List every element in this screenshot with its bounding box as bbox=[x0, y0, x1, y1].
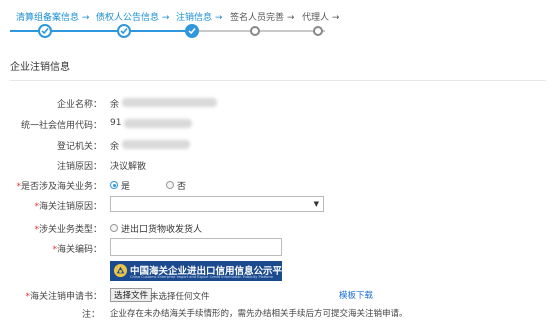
company-name-value: 余 bbox=[110, 100, 120, 110]
step-2-check-icon bbox=[117, 24, 131, 38]
customs-code-label: *海关编码： bbox=[52, 245, 102, 255]
banner-subtitle: China Customs Enterprise Import and Expo… bbox=[130, 275, 274, 279]
company-name-label: 企业名称： bbox=[56, 100, 102, 110]
section-divider bbox=[10, 80, 546, 81]
customs-involved-no-label[interactable]: 否 bbox=[177, 179, 186, 192]
step-5-label: 代理人 → bbox=[302, 13, 340, 23]
upload-label: *海关注销申请书： bbox=[25, 292, 102, 302]
step-5-circle-icon bbox=[313, 26, 323, 36]
customs-cancel-reason-label: *海关注销原因： bbox=[34, 202, 102, 212]
choose-file-button[interactable]: 选择文件 bbox=[110, 288, 153, 302]
step-3-check-icon bbox=[185, 24, 199, 38]
registration-authority-value: 余 bbox=[110, 142, 120, 152]
dropdown-caret-icon: ▼ bbox=[313, 200, 319, 208]
no-file-text: 未选择任何文件 bbox=[150, 292, 210, 302]
template-download-link[interactable]: 模板下载 bbox=[339, 289, 373, 301]
customs-involved-label: *是否涉及海关业务： bbox=[16, 182, 102, 192]
step-1-label[interactable]: 清算组备案信息 → bbox=[16, 10, 89, 23]
customs-involved-yes-radio[interactable] bbox=[110, 181, 118, 189]
customs-business-type-radio[interactable] bbox=[110, 224, 118, 232]
note-text: 企业存在未办结海关手续情形的，需先办结相关手续后方可提交海关注销申请。 bbox=[110, 309, 408, 319]
customs-emblem-icon bbox=[113, 263, 128, 278]
cancel-reason-label: 注销原因： bbox=[56, 162, 102, 172]
customs-code-input[interactable] bbox=[110, 238, 282, 256]
customs-credit-platform-banner[interactable]: 中国海关企业进出口信用信息公示平台 China Customs Enterpri… bbox=[110, 261, 282, 281]
step-4-circle-icon bbox=[250, 26, 260, 36]
registration-authority-redaction bbox=[122, 140, 190, 149]
customs-involved-no-radio[interactable] bbox=[166, 181, 174, 189]
customs-business-type-option[interactable]: 进出口货物收发货人 bbox=[121, 222, 202, 235]
note-label: 注： bbox=[82, 310, 101, 320]
step-2-label[interactable]: 债权人公告信息 → bbox=[96, 10, 169, 23]
customs-involved-yes-label[interactable]: 是 bbox=[121, 179, 130, 192]
customs-business-type-label: *涉关业务类型： bbox=[34, 225, 102, 235]
registration-authority-label: 登记机关： bbox=[56, 142, 102, 152]
step-4-label: 签名人员完善 → bbox=[230, 13, 295, 23]
credit-code-value: 91 bbox=[110, 118, 122, 128]
cancel-reason-value: 决议解散 bbox=[110, 162, 147, 172]
credit-code-label: 统一社会信用代码： bbox=[20, 121, 102, 131]
section-title: 企业注销信息 bbox=[10, 62, 70, 73]
step-3-label[interactable]: 注销信息 → bbox=[176, 10, 222, 23]
credit-code-redaction bbox=[124, 119, 192, 128]
customs-cancel-reason-select[interactable]: ▼ bbox=[110, 196, 324, 212]
step-1-check-icon bbox=[38, 24, 52, 38]
company-name-redaction bbox=[122, 98, 217, 107]
progress-line-pending bbox=[195, 30, 325, 32]
progress-steps: 清算组备案信息 → 债权人公告信息 → 注销信息 → 签名人员完善 → 代理人 … bbox=[0, 0, 554, 40]
